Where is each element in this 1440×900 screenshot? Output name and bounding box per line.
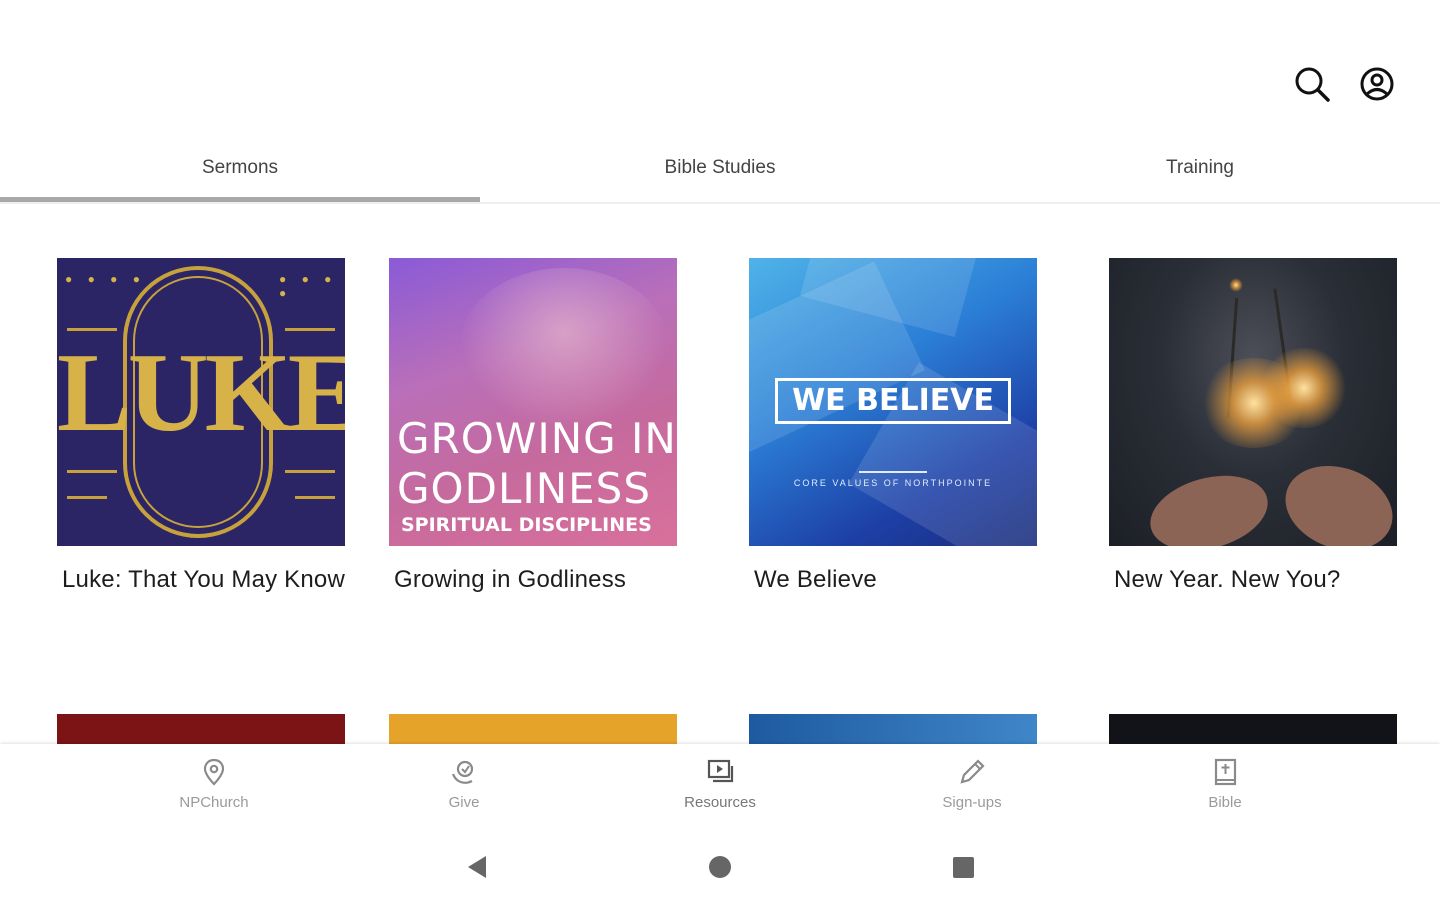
sermon-thumbnail-partial[interactable] — [389, 714, 677, 744]
nav-item-give[interactable]: Give — [404, 756, 524, 811]
nav-item-sign-ups[interactable]: Sign-ups — [912, 756, 1032, 811]
sermon-card[interactable]: ● ● ● ● ● ● ● ● LUKE Luke: That You May … — [57, 258, 345, 596]
sermon-thumbnail: WE BELIEVE CORE VALUES OF NORTHPOINTE — [749, 258, 1037, 546]
artwork-text: WE BELIEVE — [775, 378, 1011, 424]
sermon-thumbnail-partial[interactable] — [1109, 714, 1397, 744]
artwork-text: GODLINESS — [397, 464, 652, 513]
pencil-icon — [960, 759, 985, 784]
nav-label: Resources — [684, 794, 756, 811]
sermon-title: Growing in Godliness — [394, 566, 627, 593]
nav-label: NPChurch — [179, 794, 249, 811]
sermon-thumbnail-partial[interactable] — [57, 714, 345, 744]
back-button[interactable] — [462, 852, 492, 882]
nav-label: Sign-ups — [942, 794, 1002, 811]
search-button[interactable] — [1292, 64, 1332, 104]
bible-icon — [1214, 758, 1237, 786]
give-hand-icon — [451, 760, 474, 784]
home-button[interactable] — [705, 852, 735, 882]
home-circle-icon — [709, 856, 731, 878]
app-bar — [0, 0, 1440, 130]
nav-label: Give — [448, 794, 480, 811]
sermon-title: We Believe — [754, 566, 877, 593]
artwork-subtext: SPIRITUAL DISCIPLINES — [401, 514, 652, 536]
nav-item-npchurch[interactable]: NPChurch — [154, 756, 274, 811]
artwork-text: GROWING IN — [397, 414, 677, 463]
search-icon — [1295, 67, 1330, 102]
tab-training[interactable]: Training — [960, 140, 1440, 202]
tab-bible-studies[interactable]: Bible Studies — [480, 140, 960, 202]
recents-square-icon — [953, 857, 974, 878]
recents-button[interactable] — [948, 852, 978, 882]
media-library-icon — [707, 759, 734, 783]
nav-item-resources[interactable]: Resources — [660, 756, 780, 811]
tab-sermons[interactable]: Sermons — [0, 140, 480, 202]
nav-item-bible[interactable]: Bible — [1165, 756, 1285, 811]
sermon-card[interactable]: WE BELIEVE CORE VALUES OF NORTHPOINTE We… — [749, 258, 1037, 596]
artwork-subtext: CORE VALUES OF NORTHPOINTE — [793, 478, 993, 488]
account-button[interactable] — [1357, 64, 1397, 104]
artwork-text: LUKE — [57, 331, 345, 455]
sermon-card[interactable]: GROWING IN GODLINESS SPIRITUAL DISCIPLIN… — [389, 258, 677, 596]
tab-bar: Sermons Bible Studies Training — [0, 140, 1440, 204]
back-triangle-icon — [468, 856, 486, 878]
bottom-navigation: NPChurch Give Resources Sign-ups Bible — [0, 744, 1440, 830]
location-pin-icon — [203, 758, 225, 786]
sermon-thumbnail: GROWING IN GODLINESS SPIRITUAL DISCIPLIN… — [389, 258, 677, 546]
tab-indicator — [0, 197, 480, 202]
sermon-thumbnail: ● ● ● ● ● ● ● ● LUKE — [57, 258, 345, 546]
sermon-thumbnail — [1109, 258, 1397, 546]
sermon-thumbnail-partial[interactable] — [749, 714, 1037, 744]
nav-label: Bible — [1208, 794, 1242, 811]
sermon-title: Luke: That You May Know — [62, 566, 346, 593]
sermon-card[interactable]: New Year. New You? — [1109, 258, 1397, 596]
account-circle-icon — [1360, 67, 1394, 101]
system-navigation-bar — [0, 830, 1440, 900]
sermon-title: New Year. New You? — [1114, 566, 1341, 593]
